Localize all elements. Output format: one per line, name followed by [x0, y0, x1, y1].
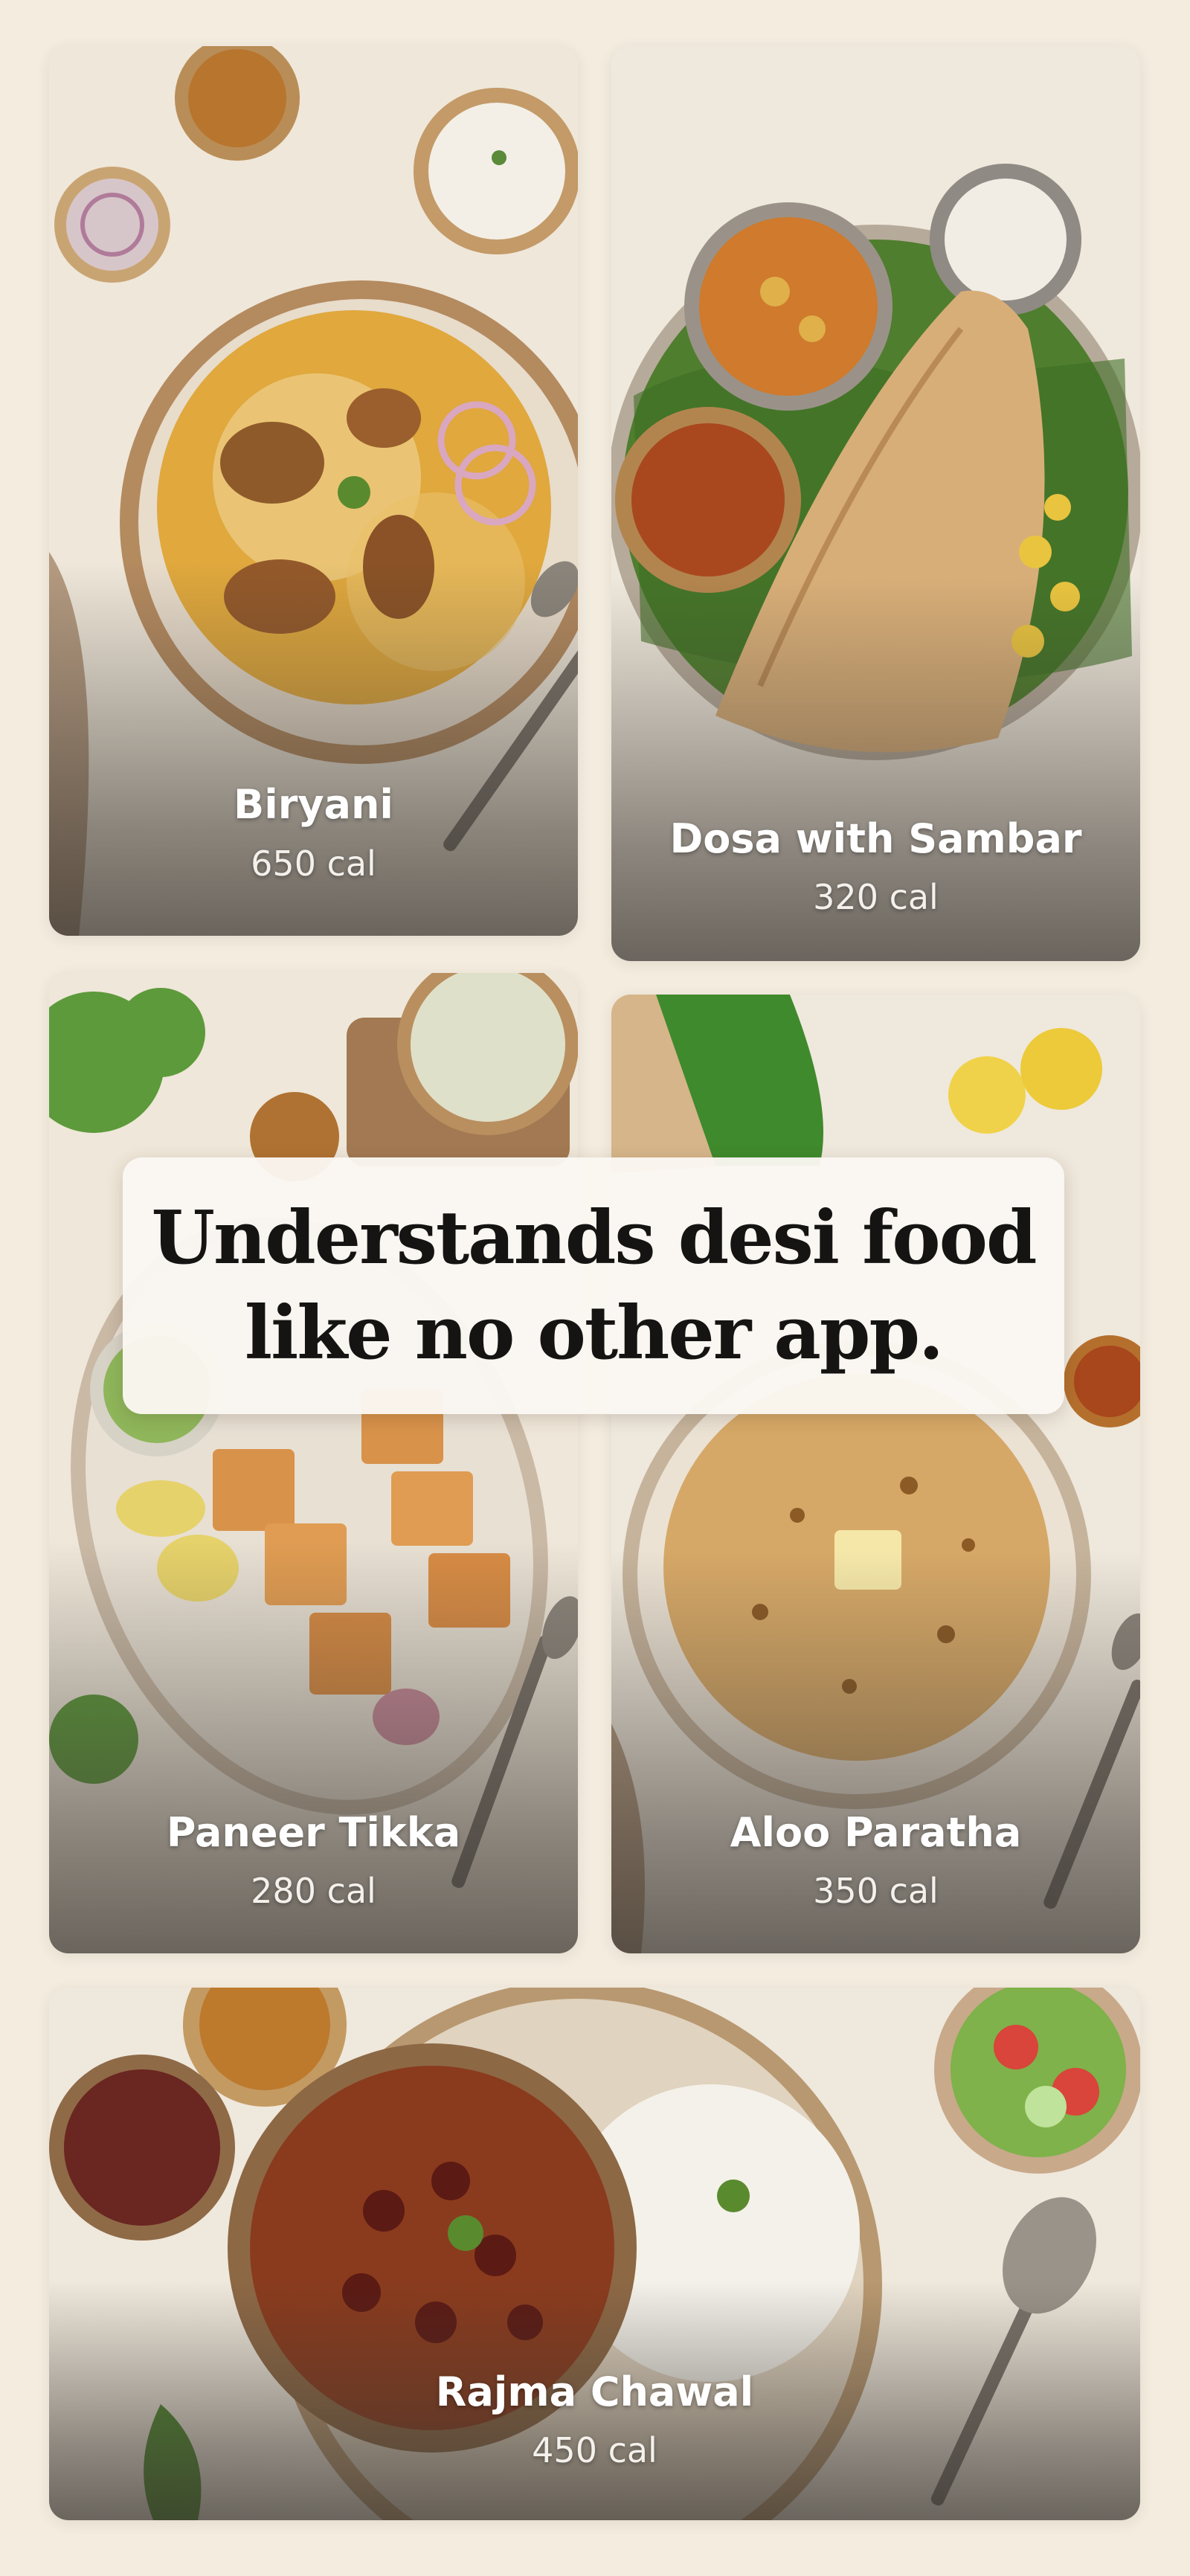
- food-card-biryani[interactable]: Biryani 650 cal: [49, 46, 578, 936]
- dish-name: Aloo Paratha: [730, 1809, 1022, 1856]
- dish-name: Biryani: [234, 781, 393, 828]
- food-card-paneer-tikka[interactable]: Paneer Tikka 280 cal: [49, 973, 578, 1953]
- food-card-aloo-paratha[interactable]: Aloo Paratha 350 cal: [611, 995, 1140, 1953]
- headline-line-2: like no other app.: [244, 1290, 944, 1376]
- dish-calories: 650 cal: [251, 844, 376, 884]
- food-card-rajma-chawal[interactable]: Rajma Chawal 450 cal: [49, 1988, 1140, 2520]
- food-card-dosa-with-sambar[interactable]: Dosa with Sambar 320 cal: [611, 46, 1140, 961]
- dish-calories: 450 cal: [532, 2430, 657, 2470]
- headline-banner: Understands desi food like no other app.: [123, 1157, 1064, 1414]
- headline-line-1: Understands desi food: [151, 1195, 1037, 1281]
- dish-calories: 350 cal: [813, 1871, 939, 1911]
- dish-name: Paneer Tikka: [166, 1809, 461, 1856]
- dish-calories: 280 cal: [251, 1871, 376, 1911]
- dish-name: Dosa with Sambar: [669, 815, 1082, 862]
- dish-calories: 320 cal: [813, 877, 939, 917]
- dish-name: Rajma Chawal: [435, 2368, 754, 2415]
